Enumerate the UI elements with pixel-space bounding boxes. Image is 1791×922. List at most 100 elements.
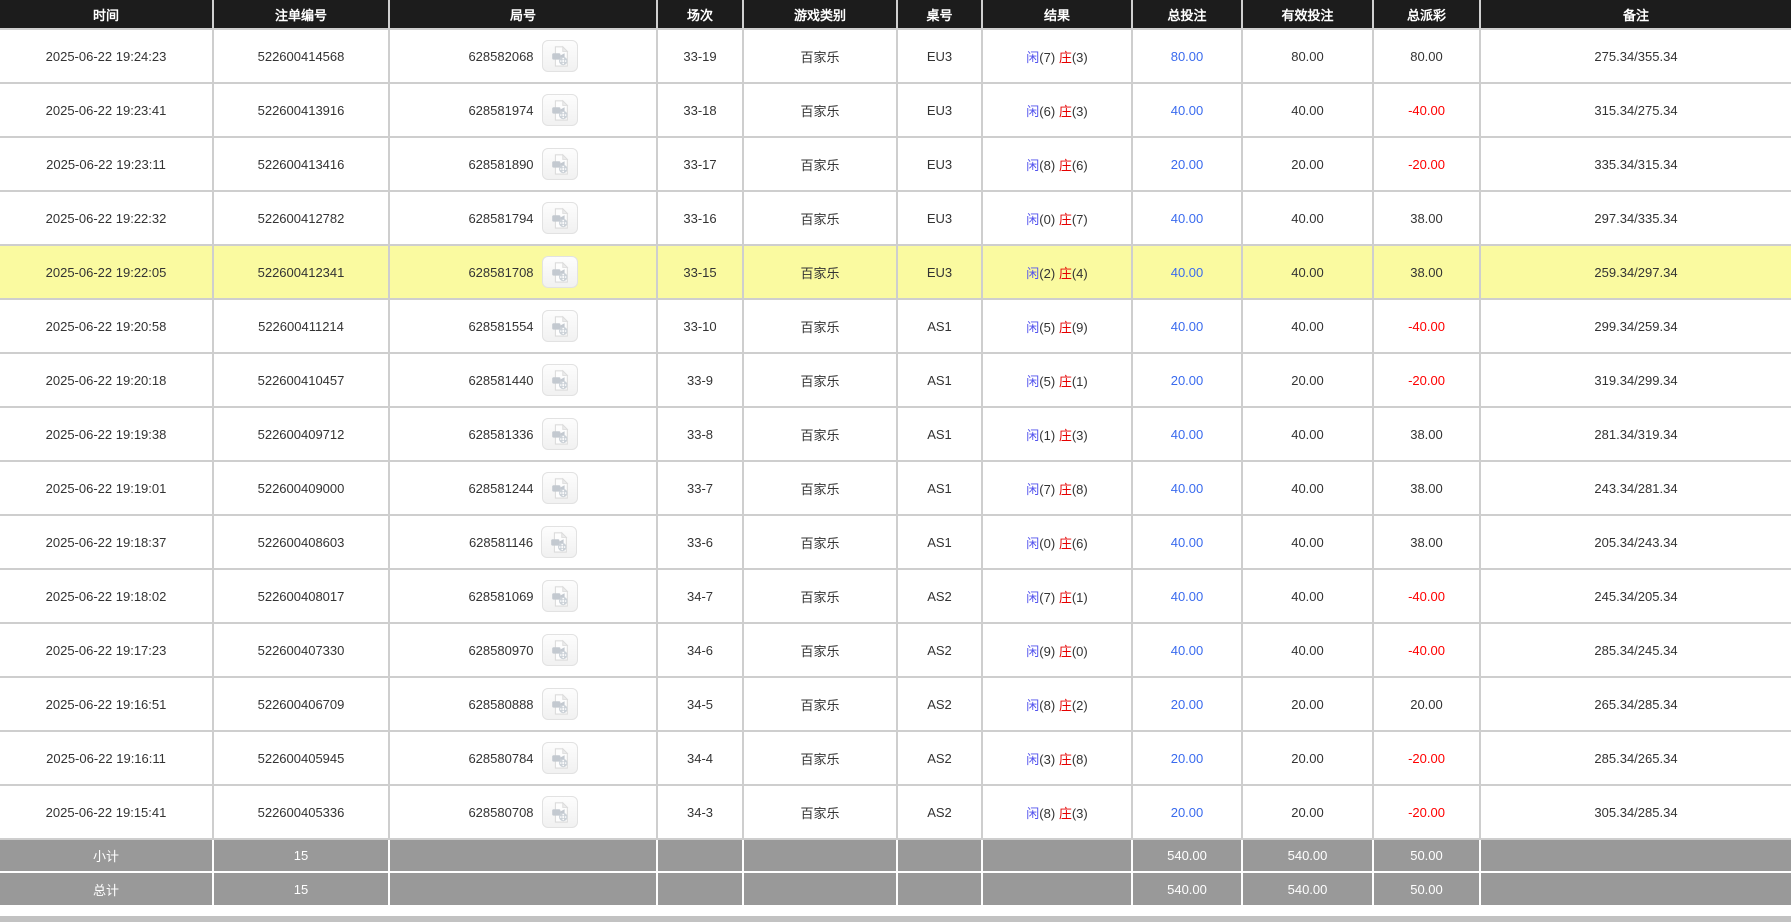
total-payout-amount: -20.00 — [1408, 804, 1445, 820]
cell-result: 闲(8) 庄(3) — [981, 784, 1133, 840]
table-row[interactable]: 2025-06-22 19:20:18 522600410457 6285814… — [0, 352, 1791, 408]
player-score: (7) — [1039, 49, 1056, 65]
video-replay-icon — [551, 207, 568, 229]
player-label: 闲 — [1026, 589, 1040, 605]
cell-remark: 297.34/335.34 — [1479, 190, 1791, 246]
table-row[interactable]: 2025-06-22 19:17:23 522600407330 6285809… — [0, 622, 1791, 678]
video-replay-button[interactable] — [541, 94, 578, 126]
cell-total-payout: 38.00 — [1372, 514, 1481, 570]
table-row[interactable]: 2025-06-22 19:19:38 522600409712 6285813… — [0, 406, 1791, 462]
table-row[interactable]: 2025-06-22 19:18:37 522600408603 6285811… — [0, 514, 1791, 570]
bet-id: 522600406709 — [257, 696, 345, 712]
banker-label: 庄 — [1058, 697, 1072, 713]
cell-table-no: AS1 — [896, 406, 983, 462]
video-replay-button[interactable] — [541, 634, 578, 666]
video-replay-icon — [551, 423, 568, 445]
cell-game-type: 百家乐 — [742, 784, 898, 840]
round-id: 628580970 — [468, 642, 534, 658]
bet-records-page: 时间 注单编号 局号 场次 游戏类别 桌号 结果 总投注 有效投注 总派彩 备注… — [0, 0, 1791, 922]
table-row[interactable]: 2025-06-22 19:22:05 522600412341 6285817… — [0, 244, 1791, 300]
cell-remark: 205.34/243.34 — [1479, 514, 1791, 570]
cell-totals-total-bet: 540.00 — [1131, 838, 1243, 873]
game-type: 百家乐 — [800, 319, 840, 335]
table-row[interactable]: 2025-06-22 19:16:11 522600405945 6285807… — [0, 730, 1791, 786]
cell-totals-empty — [656, 838, 744, 873]
video-replay-button[interactable] — [541, 364, 578, 396]
table-row[interactable]: 2025-06-22 19:16:51 522600406709 6285808… — [0, 676, 1791, 732]
cell-valid-bet: 40.00 — [1241, 514, 1374, 570]
round-id: 628581708 — [468, 264, 534, 280]
session-number: 34-6 — [686, 642, 714, 658]
video-replay-button[interactable] — [541, 202, 578, 234]
horizontal-scrollbar[interactable] — [0, 916, 1791, 922]
balance-remark: 285.34/265.34 — [1594, 750, 1678, 766]
round-id: 628581794 — [468, 210, 534, 226]
cell-session: 33-18 — [656, 82, 744, 138]
video-replay-button[interactable] — [541, 40, 578, 72]
total-bet-amount: 40.00 — [1170, 642, 1204, 658]
cell-result: 闲(0) 庄(6) — [981, 514, 1133, 570]
cell-total-bet: 40.00 — [1131, 622, 1243, 678]
video-replay-button[interactable] — [541, 472, 578, 504]
table-row[interactable]: 2025-06-22 19:20:58 522600411214 6285815… — [0, 298, 1791, 354]
video-replay-button[interactable] — [541, 688, 578, 720]
cell-totals-remark — [1479, 838, 1791, 873]
video-replay-button[interactable] — [541, 796, 578, 828]
balance-remark: 297.34/335.34 — [1594, 210, 1678, 226]
cell-time: 2025-06-22 19:24:23 — [0, 28, 214, 84]
cell-bet-id: 522600408017 — [212, 568, 390, 624]
table-row[interactable]: 2025-06-22 19:22:32 522600412782 6285817… — [0, 190, 1791, 246]
table-row[interactable]: 2025-06-22 19:24:23 522600414568 6285820… — [0, 28, 1791, 84]
bet-id: 522600407330 — [257, 642, 345, 658]
cell-remark: 305.34/285.34 — [1479, 784, 1791, 840]
cell-game-type: 百家乐 — [742, 460, 898, 516]
video-replay-button[interactable] — [541, 742, 578, 774]
cell-bet-id: 522600413416 — [212, 136, 390, 192]
total-payout-amount: -20.00 — [1408, 750, 1445, 766]
table-row[interactable]: 2025-06-22 19:15:41 522600405336 6285807… — [0, 784, 1791, 840]
cell-session: 33-9 — [656, 352, 744, 408]
player-score: (0) — [1039, 535, 1056, 551]
banker-score: (1) — [1071, 373, 1088, 389]
banker-label: 庄 — [1058, 535, 1072, 551]
table-row[interactable]: 2025-06-22 19:23:41 522600413916 6285819… — [0, 82, 1791, 138]
table-row[interactable]: 2025-06-22 19:18:02 522600408017 6285810… — [0, 568, 1791, 624]
cell-round-id: 628581244 — [388, 460, 658, 516]
round-id: 628581890 — [468, 156, 534, 172]
valid-bet-amount: 40.00 — [1291, 426, 1324, 442]
cell-result: 闲(2) 庄(4) — [981, 244, 1133, 300]
game-type: 百家乐 — [800, 49, 840, 65]
video-replay-button[interactable] — [541, 310, 578, 342]
session-number: 33-16 — [683, 210, 717, 226]
cell-bet-id: 522600414568 — [212, 28, 390, 84]
cell-valid-bet: 20.00 — [1241, 676, 1374, 732]
total-bet-amount: 20.00 — [1170, 804, 1204, 820]
table-number: AS1 — [927, 534, 952, 550]
table-row[interactable]: 2025-06-22 19:19:01 522600409000 6285812… — [0, 460, 1791, 516]
round-id: 628581069 — [468, 588, 534, 604]
cell-total-bet: 20.00 — [1131, 352, 1243, 408]
table-row[interactable]: 2025-06-22 19:23:11 522600413416 6285818… — [0, 136, 1791, 192]
total-bet-amount: 40.00 — [1170, 210, 1204, 226]
video-replay-button[interactable] — [541, 580, 578, 612]
banker-score: (2) — [1071, 697, 1088, 713]
cell-bet-id: 522600411214 — [212, 298, 390, 354]
video-replay-button[interactable] — [541, 256, 578, 288]
game-type: 百家乐 — [800, 481, 840, 497]
totals-count: 15 — [293, 848, 309, 863]
cell-result: 闲(0) 庄(7) — [981, 190, 1133, 246]
cell-time: 2025-06-22 19:20:18 — [0, 352, 214, 408]
video-replay-button[interactable] — [541, 526, 578, 558]
bet-time: 2025-06-22 19:18:37 — [45, 534, 167, 550]
video-replay-button[interactable] — [541, 148, 578, 180]
total-bet-amount: 40.00 — [1170, 534, 1204, 550]
bet-time: 2025-06-22 19:15:41 — [45, 804, 167, 820]
table-number: AS1 — [927, 480, 952, 496]
bet-time: 2025-06-22 19:24:23 — [45, 48, 167, 64]
video-replay-button[interactable] — [541, 418, 578, 450]
cell-bet-id: 522600409000 — [212, 460, 390, 516]
cell-total-bet: 40.00 — [1131, 568, 1243, 624]
table-number: AS2 — [927, 588, 952, 604]
banker-score: (8) — [1071, 481, 1088, 497]
bet-time: 2025-06-22 19:22:32 — [45, 210, 167, 226]
